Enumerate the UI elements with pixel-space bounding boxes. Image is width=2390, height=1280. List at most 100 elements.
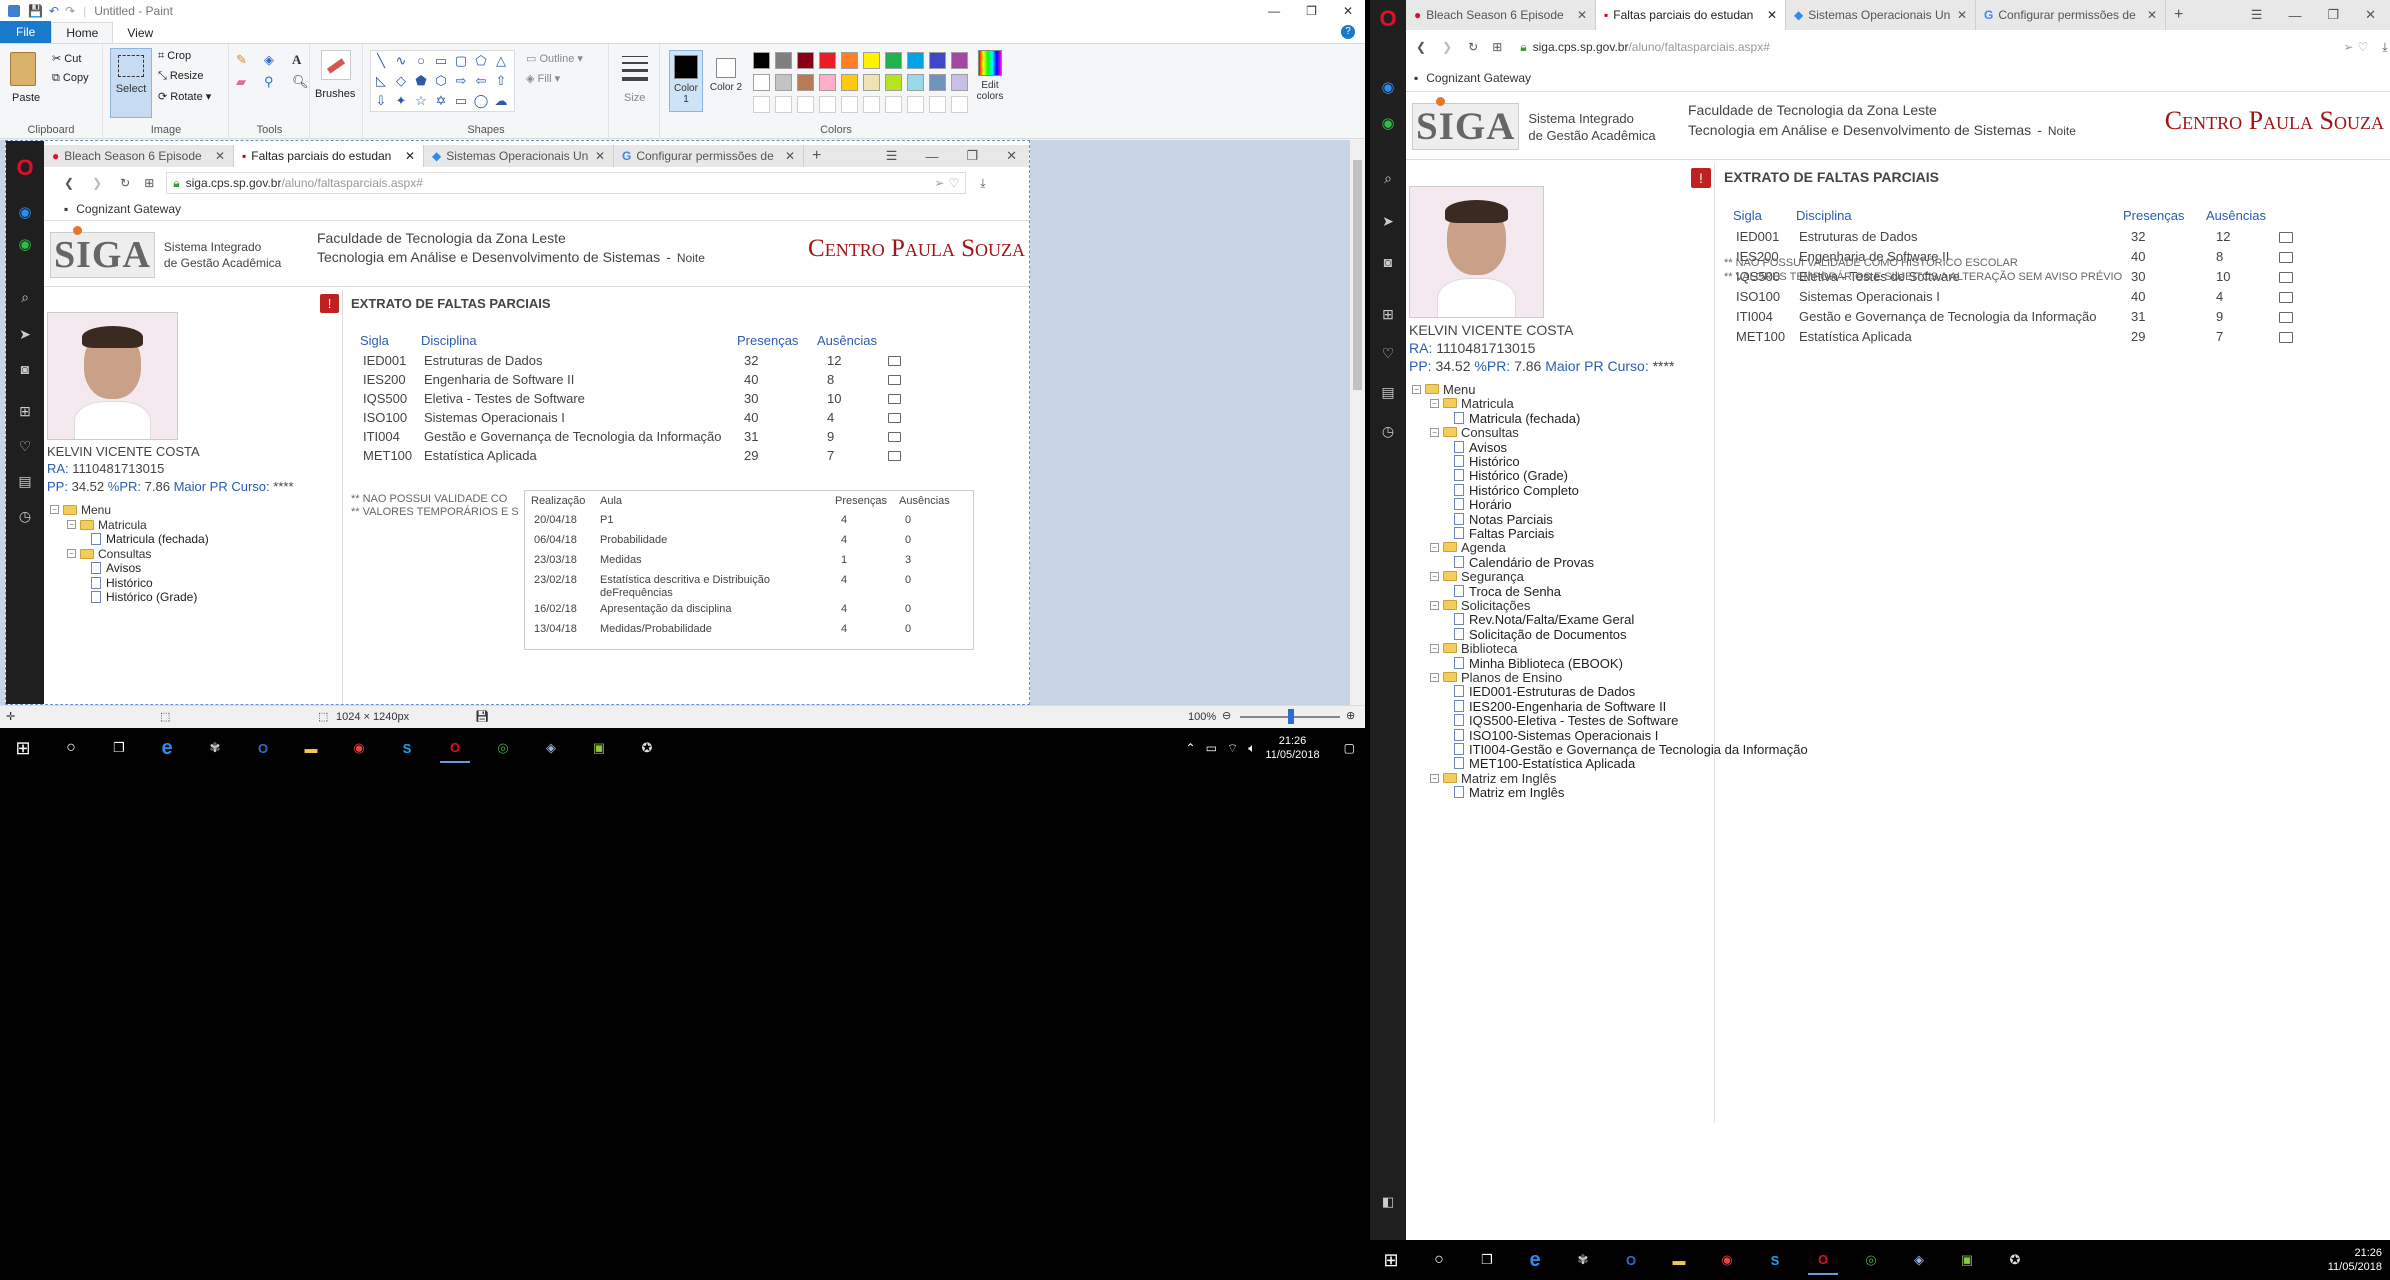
menu-item[interactable]: Horário (1454, 497, 1512, 512)
table-row[interactable]: MET100 Estatística Aplicada 29 7 (360, 448, 969, 467)
send-page-icon[interactable]: ➢ (2343, 40, 2353, 54)
opera-taskbar-icon[interactable]: O (1808, 1245, 1838, 1275)
size-icon[interactable] (622, 56, 648, 81)
collapse-icon[interactable]: − (1430, 600, 1439, 610)
detail-folder-icon[interactable] (888, 432, 901, 442)
explorer-icon[interactable]: ▬ (1664, 1245, 1694, 1275)
palette-swatch[interactable] (841, 52, 858, 69)
pentagon-shape-icon[interactable]: ⬟ (411, 71, 431, 91)
whatsapp-icon[interactable]: ◉ (6, 235, 44, 253)
collapse-icon[interactable]: − (67, 520, 76, 529)
arrow-right-shape-icon[interactable]: ⇨ (451, 71, 471, 91)
table-row[interactable]: IED001 Estruturas de Dados 32 12 (360, 353, 969, 372)
column-header-disciplina[interactable]: Disciplina (421, 333, 477, 348)
cut-button[interactable]: ✂ Cut (52, 52, 81, 65)
palette-swatch[interactable] (819, 74, 836, 91)
detail-folder-icon[interactable] (2279, 232, 2293, 243)
clock[interactable]: 21:26 11/05/2018 (2328, 1246, 2382, 1274)
copy-button[interactable]: ⧉ Copy (52, 72, 89, 85)
search-icon[interactable]: ⌕ (1370, 170, 1406, 187)
menu-item[interactable]: Rev.Nota/Falta/Exame Geral (1454, 612, 1634, 627)
edit-colors-button[interactable]: Edit colors (973, 50, 1007, 102)
maximize-button[interactable]: ❐ (1306, 4, 1317, 18)
tab-menu-icon[interactable]: ☰ (2251, 7, 2263, 23)
menu-folder[interactable]: − Agenda (1430, 540, 1506, 555)
brush-icon[interactable] (321, 50, 351, 80)
crop-button[interactable]: ⌗ Crop (158, 50, 191, 63)
menu-item[interactable]: Faltas Parciais (1454, 526, 1554, 541)
grid-icon[interactable]: ⊞ (1370, 306, 1406, 323)
detail-folder-icon[interactable] (2279, 252, 2293, 263)
menu-item[interactable]: Histórico Completo (1454, 483, 1579, 498)
help-icon[interactable]: ? (1341, 25, 1355, 39)
fill-dropdown[interactable]: ◈ Fill ▾ (526, 72, 560, 85)
callout-rect-icon[interactable]: ▭ (451, 91, 471, 111)
menu-item[interactable]: Troca de Senha (1454, 584, 1561, 599)
download-icon[interactable]: ⤓ (2382, 40, 2387, 55)
menu-item[interactable]: IES200-Engenharia de Software II (1454, 699, 1666, 714)
outline-dropdown[interactable]: ▭ Outline ▾ (526, 52, 583, 65)
history-icon[interactable]: ◷ (1370, 423, 1406, 440)
tray-chevron-icon[interactable]: ⌃ (1186, 741, 1196, 755)
redo-icon[interactable]: ↷ (65, 4, 75, 18)
collapse-icon[interactable]: − (1430, 398, 1439, 408)
maximize-button[interactable]: ❐ (2327, 7, 2339, 23)
palette-swatch[interactable] (907, 52, 924, 69)
menu-item[interactable]: ISO100-Sistemas Operacionais I (1454, 728, 1658, 743)
menu-folder[interactable]: − Planos de Ensino (1430, 670, 1562, 685)
menu-item[interactable]: MET100-Estatística Aplicada (1454, 756, 1635, 771)
tab-sistemas[interactable]: ◆ Sistemas Operacionais Un ✕ (424, 145, 614, 167)
scrollbar-thumb[interactable] (1353, 160, 1362, 390)
menu-item[interactable]: Notas Parciais (1454, 512, 1553, 527)
collapse-icon[interactable]: − (1412, 384, 1421, 394)
line-shape-icon[interactable]: ╲ (371, 51, 391, 71)
collapse-icon[interactable]: − (1430, 672, 1439, 682)
reload-icon[interactable]: ↻ (120, 176, 130, 190)
siga-logo[interactable]: SIGA Sistema Integrado de Gestão Acadêmica (50, 226, 281, 278)
menu-item[interactable]: Histórico (Grade) (1454, 468, 1568, 483)
speed-dial-icon[interactable]: ⊞ (144, 176, 154, 190)
forward-icon[interactable]: ❯ (92, 176, 102, 190)
detail-folder-icon[interactable] (2279, 272, 2293, 283)
menu-folder[interactable]: − Menu (1412, 382, 1476, 397)
virtualbox-icon[interactable]: ◈ (536, 733, 566, 763)
column-header-ausencias[interactable]: Ausências (817, 333, 877, 348)
messenger-icon[interactable]: ◉ (6, 203, 44, 221)
pycharm-icon[interactable]: ▣ (1952, 1245, 1982, 1275)
alert-icon[interactable]: ! (1691, 168, 1711, 188)
sidebar-toggle-icon[interactable]: ◧ (1370, 1194, 1406, 1210)
wifi-icon[interactable]: ⌔ (1227, 741, 1238, 756)
palette-custom-swatch[interactable] (775, 96, 792, 113)
opera-logo-icon[interactable]: O (1370, 6, 1406, 32)
palette-custom-swatch[interactable] (753, 96, 770, 113)
menu-item[interactable]: IED001-Estruturas de Dados (1454, 684, 1635, 699)
maximize-button[interactable]: ❐ (966, 148, 978, 164)
menu-folder[interactable]: − Consultas (67, 546, 151, 561)
forward-icon[interactable]: ❯ (1442, 40, 1452, 54)
polygon-shape-icon[interactable]: ⬠ (471, 51, 491, 71)
minimize-button[interactable]: — (2288, 8, 2301, 23)
zoom-in-button[interactable]: ⊕ (1346, 709, 1355, 722)
shapes-gallery[interactable]: ╲ ∿ ○ ▭ ▢ ⬠ △ ◺ ◇ ⬟ ⬡ ⇨ ⇦ ⇧ ⇩ ✦ ☆ ✡ ▭ ◯ ☁ (370, 50, 515, 112)
table-row[interactable]: IES200 Engenharia de Software II 40 8 (360, 372, 969, 391)
arrow-up-shape-icon[interactable]: ⇧ (491, 71, 511, 91)
detail-folder-icon[interactable] (888, 394, 901, 404)
eraser-icon[interactable]: ▰ (236, 74, 258, 90)
url-field[interactable]: 🔒︎ siga.cps.sp.gov.br/aluno/faltasparcia… (166, 172, 967, 194)
file-menu[interactable]: File (0, 21, 52, 43)
palette-swatch[interactable] (929, 74, 946, 91)
paste-button[interactable]: Paste (12, 92, 40, 104)
search-icon[interactable]: ⌕ (6, 289, 44, 306)
collapse-icon[interactable]: − (67, 549, 76, 558)
diamond-shape-icon[interactable]: ◇ (391, 71, 411, 91)
collapse-icon[interactable]: − (50, 505, 59, 514)
news-icon[interactable]: ▤ (1370, 384, 1406, 401)
rect-shape-icon[interactable]: ▭ (431, 51, 451, 71)
roundrect-shape-icon[interactable]: ▢ (451, 51, 471, 71)
collapse-icon[interactable]: − (1430, 773, 1439, 783)
menu-item[interactable]: Avisos (1454, 440, 1507, 455)
close-button[interactable]: ✕ (1006, 148, 1017, 164)
star5-shape-icon[interactable]: ☆ (411, 91, 431, 111)
messenger-icon[interactable]: ◉ (1370, 78, 1406, 96)
brushes-button[interactable]: Brushes (315, 88, 355, 100)
